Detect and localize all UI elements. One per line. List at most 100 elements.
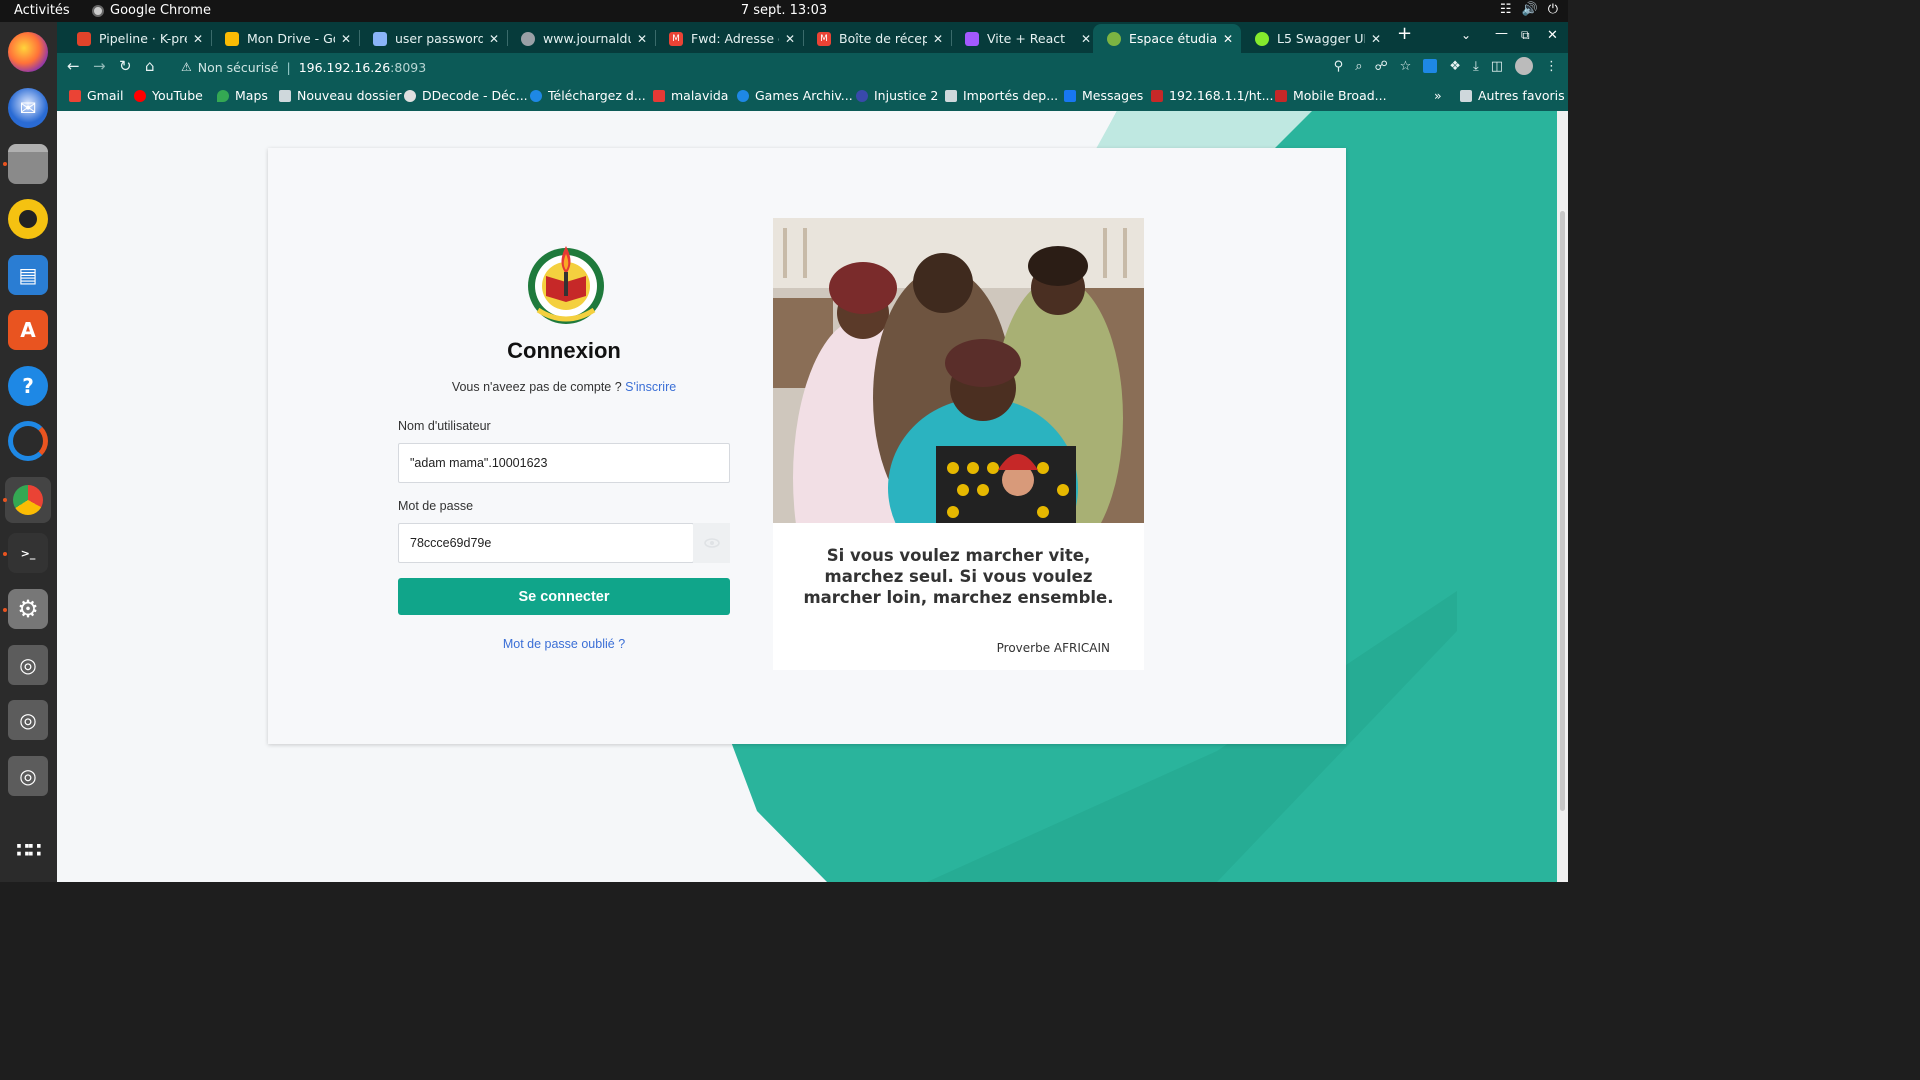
system-top-bar: Activités Google Chrome 7 sept. 13:03 ☷ … [0,0,1568,22]
password-input[interactable]: 78ccce69d79e [398,523,694,563]
tab-label: Fwd: Adresse de [691,31,779,46]
tab[interactable]: www.journaldun ✕ [507,24,655,53]
bookmark-games[interactable]: Games Archiv... [737,88,853,103]
bookmark-label: Nouveau dossier [297,88,402,103]
page-scrollbar[interactable] [1557,111,1568,882]
restore-icon[interactable]: ⧉ [1521,28,1530,43]
bookmark-label: malavida [671,88,729,103]
address-bar[interactable]: ⚠ Non sécurisé | 196.192.16.26:8093 [173,54,1423,80]
chrome-dock-icon[interactable] [5,477,51,523]
side-panel-icon[interactable]: ◫ [1491,59,1503,74]
close-window-icon[interactable]: ✕ [1547,28,1558,43]
other-bookmarks[interactable]: Autres favoris [1460,88,1565,103]
forgot-password-link[interactable]: Mot de passe oublié ? [398,637,730,651]
bookmark-youtube[interactable]: YouTube [134,88,203,103]
close-icon[interactable]: ✕ [1081,32,1091,46]
running-indicator [3,608,7,612]
tab-label: www.journaldun [543,31,631,46]
url-host: 196.192.16.26 [298,59,391,75]
close-icon[interactable]: ✕ [637,32,647,46]
disk-icon[interactable]: ◎ [8,756,48,796]
tab[interactable]: user password_s ✕ [359,24,507,53]
bookmark-mobile-broadband[interactable]: Mobile Broad... [1275,88,1387,103]
share-icon[interactable]: ☍ [1374,59,1387,74]
bookmark-injustice[interactable]: Injustice 2 [856,88,938,103]
bookmark-malavida[interactable]: malavida [653,88,728,103]
back-icon[interactable]: ← [67,57,80,75]
bookmark-label: Maps [235,88,268,103]
vite-icon [965,31,979,46]
close-icon[interactable]: ✕ [933,32,943,46]
puzzle-icon[interactable]: ❖ [1449,59,1461,74]
tab-label: user password_s [395,31,483,46]
tab[interactable]: Vite + React ✕ [951,24,1099,53]
toggle-password-visibility[interactable] [693,523,730,563]
tab[interactable]: L5 Swagger UI ✕ [1241,24,1389,53]
bookmark-telechargez[interactable]: Téléchargez d... [530,88,646,103]
zoom-icon[interactable]: ⌕ [1355,59,1362,74]
url-port: :8093 [390,59,427,75]
close-icon[interactable]: ✕ [489,32,499,46]
help-icon[interactable]: ? [8,366,48,406]
signup-prompt: Vous n'aveez pas de compte ? S'inscrire [398,380,730,394]
gitlab-icon [77,31,91,46]
tab-strip: Pipeline · K-prein ✕ Mon Drive - Goog ✕ … [57,22,1568,53]
scrollbar-thumb[interactable] [1560,211,1565,811]
tab[interactable]: Mon Drive - Goog ✕ [211,24,359,53]
power-icon[interactable]: ⏻ [1548,2,1558,17]
bookmark-router[interactable]: 192.168.1.1/ht... [1151,88,1274,103]
forward-icon[interactable]: → [93,57,106,75]
ddecode-icon [404,89,416,102]
writer-icon[interactable]: ▤ [8,255,48,295]
files-icon[interactable] [8,144,48,184]
disk-icon[interactable]: ◎ [8,700,48,740]
close-icon[interactable]: ✕ [341,32,351,46]
close-icon[interactable]: ✕ [785,32,795,46]
clock[interactable]: 7 sept. 13:03 [0,3,1568,18]
update-icon[interactable] [8,421,48,461]
tab[interactable]: Pipeline · K-prein ✕ [63,24,211,53]
settings-icon[interactable]: ⚙ [8,589,48,629]
close-icon[interactable]: ✕ [1371,32,1381,46]
reload-icon[interactable]: ↻ [119,57,132,75]
volume-icon[interactable]: 🔊 [1522,2,1538,17]
signup-link[interactable]: S'inscrire [625,380,676,394]
star-icon[interactable]: ☆ [1400,59,1412,74]
tab-active[interactable]: Espace étudiant ✕ [1093,24,1241,53]
tab-search-icon[interactable]: ⌄ [1461,28,1471,42]
download-icon[interactable]: ⤓ [1473,59,1479,74]
bookmark-label: Téléchargez d... [548,88,646,103]
bookmark-folder[interactable]: Nouveau dossier [279,88,401,103]
terminal-icon[interactable]: >_ [8,533,48,573]
rhythmbox-icon[interactable] [8,199,48,239]
bookmark-gmail[interactable]: Gmail [69,88,123,103]
tab[interactable]: M Fwd: Adresse de ✕ [655,24,803,53]
warning-icon[interactable]: ⚠ [181,60,192,74]
menu-icon[interactable]: ⋮ [1545,59,1558,74]
bookmarks-overflow-button[interactable]: » [1434,88,1442,103]
close-icon[interactable]: ✕ [193,32,203,46]
firefox-icon[interactable] [8,32,48,72]
thunderbird-icon[interactable]: ✉ [8,88,48,128]
running-indicator [3,498,7,502]
system-tray[interactable]: ☷ 🔊 ⏻ [1500,2,1558,17]
show-apps-icon[interactable]: ∷∷ [8,830,48,870]
network-icon[interactable]: ☷ [1500,2,1512,17]
bookmark-imported[interactable]: Importés dep... [945,88,1058,103]
disk-icon[interactable]: ◎ [8,645,48,685]
bookmark-messages[interactable]: Messages [1064,88,1143,103]
close-icon[interactable]: ✕ [1223,32,1233,46]
app-center-icon[interactable]: A [8,310,48,350]
bookmark-maps[interactable]: Maps [217,88,268,103]
security-label[interactable]: Non sécurisé [198,60,279,75]
bookmark-ddecode[interactable]: DDecode - Déc... [404,88,528,103]
extension-icon[interactable] [1423,59,1438,73]
new-tab-icon[interactable]: + [1397,23,1412,44]
profile-avatar[interactable] [1515,57,1533,75]
minimize-icon[interactable]: — [1495,26,1508,41]
key-icon[interactable]: ⚲ [1334,59,1344,74]
login-button[interactable]: Se connecter [398,578,730,615]
username-input[interactable]: "adam mama".10001623 [398,443,730,483]
tab[interactable]: M Boîte de réceptic ✕ [803,24,951,53]
home-icon[interactable]: ⌂ [145,57,155,75]
